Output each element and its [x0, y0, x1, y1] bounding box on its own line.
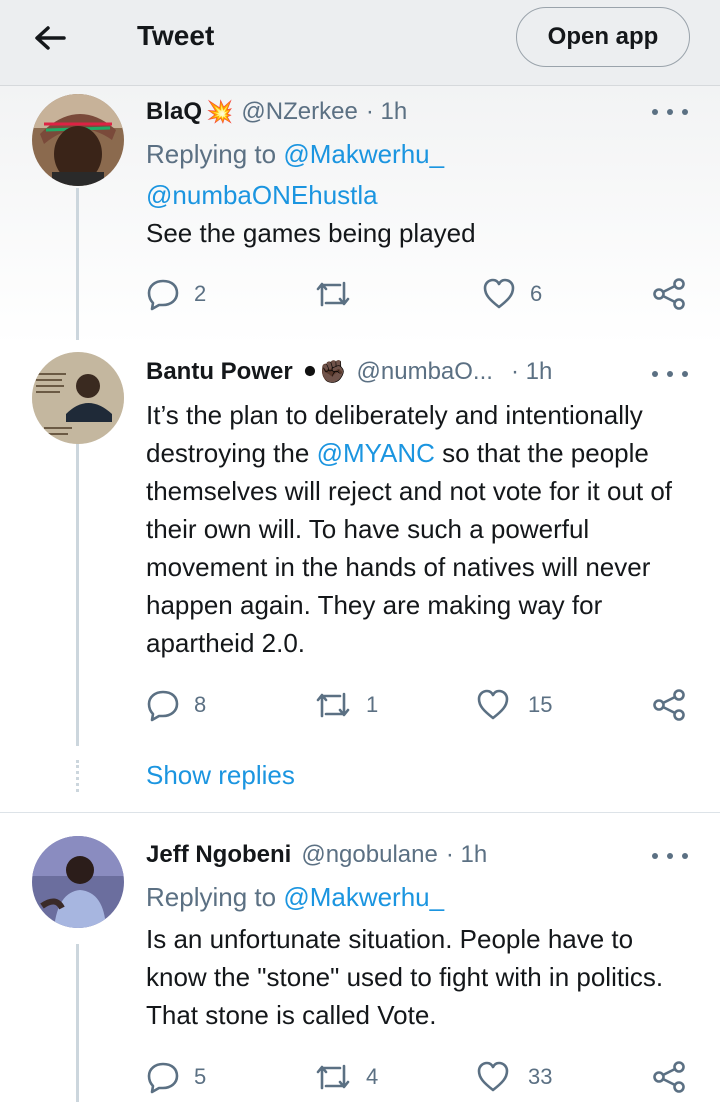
share-button[interactable]	[652, 1057, 686, 1097]
tweet-text: See the games being played	[146, 218, 476, 248]
avatar[interactable]	[32, 836, 124, 928]
like-button[interactable]: 6	[482, 274, 542, 314]
heart-icon	[483, 278, 515, 309]
thread-connector	[76, 434, 79, 746]
tweet-actions: 5 4 33	[146, 1057, 696, 1097]
reply-count: 5	[194, 1064, 207, 1089]
heart-icon	[477, 1061, 509, 1092]
share-icon	[653, 1061, 685, 1093]
avatar[interactable]	[32, 94, 124, 186]
thread-dotted-connector	[76, 760, 79, 792]
share-button[interactable]	[652, 685, 686, 725]
like-count: 33	[528, 1064, 553, 1089]
divider	[0, 812, 720, 813]
retweet-button[interactable]: 4	[314, 1057, 378, 1097]
username[interactable]: @numbaO...	[357, 358, 493, 386]
like-button[interactable]: 33	[476, 1057, 552, 1097]
tweet-header: BlaQ 💥 @NZerkee · 1h	[146, 98, 407, 126]
mention-link[interactable]: @MYANC	[317, 438, 435, 468]
share-icon	[653, 278, 685, 310]
timestamp: · 1h	[510, 358, 553, 385]
mention-link[interactable]: @Makwerhu_	[283, 139, 444, 169]
more-options-icon[interactable]	[652, 846, 688, 866]
like-count: 15	[528, 692, 553, 717]
replying-to-continued: @numbaONEhustla	[146, 180, 378, 211]
retweet-button[interactable]: 1	[314, 685, 378, 725]
show-replies-link[interactable]: Show replies	[146, 760, 295, 791]
replying-to-label: Replying to	[146, 139, 277, 169]
tweet-actions: 8 1 15	[146, 685, 696, 725]
like-button[interactable]: 15	[476, 685, 552, 725]
replying-to: Replying to @Makwerhu_	[146, 139, 444, 170]
replying-to-label: Replying to	[146, 882, 277, 912]
display-name[interactable]: Jeff Ngobeni	[146, 841, 291, 869]
username[interactable]: @NZerkee	[241, 98, 357, 126]
tweet-header: Bantu Power ⚫✊🏿 @numbaO... · 1h	[146, 358, 552, 386]
reply-icon	[147, 1062, 179, 1094]
timestamp: · 1h	[445, 841, 488, 868]
tweet-text-part: so that the people themselves will rejec…	[146, 438, 673, 658]
reply-count: 2	[194, 281, 207, 306]
username[interactable]: @ngobulane	[301, 841, 437, 869]
mention-link[interactable]: @Makwerhu_	[283, 882, 444, 912]
reply-button[interactable]: 8	[146, 685, 206, 725]
retweet-icon	[316, 281, 350, 307]
open-app-button[interactable]: Open app	[516, 7, 690, 67]
retweet-icon	[316, 692, 350, 718]
share-icon	[653, 689, 685, 721]
like-count: 6	[530, 281, 543, 306]
tweet-header: Jeff Ngobeni @ngobulane · 1h	[146, 841, 487, 869]
retweet-button[interactable]	[314, 274, 366, 314]
retweet-count: 1	[366, 692, 379, 717]
retweet-icon	[316, 1064, 350, 1090]
heart-icon	[477, 689, 509, 720]
replying-to: Replying to @Makwerhu_	[146, 882, 444, 913]
reply-icon	[147, 279, 179, 311]
display-name[interactable]: Bantu Power	[146, 358, 293, 386]
tweet-text: It’s the plan to deliberately and intent…	[146, 396, 696, 662]
reply-count: 8	[194, 692, 207, 717]
back-arrow-icon[interactable]	[30, 20, 70, 56]
timestamp: · 1h	[365, 98, 408, 125]
name-emoji: 💥	[206, 99, 234, 124]
top-bar: Tweet Open app	[0, 0, 720, 86]
mention-link[interactable]: @numbaONEhustla	[146, 180, 378, 210]
avatar[interactable]	[32, 352, 124, 444]
display-name[interactable]: BlaQ	[146, 98, 202, 126]
name-emoji: ⚫✊🏿	[300, 359, 347, 384]
share-button[interactable]	[652, 274, 686, 314]
tweet-text: Is an unfortunate situation. People have…	[146, 924, 664, 1030]
retweet-count: 4	[366, 1064, 379, 1089]
tweet-actions: 2 6	[146, 274, 696, 314]
thread-connector	[76, 188, 79, 340]
reply-button[interactable]: 5	[146, 1057, 206, 1097]
more-options-icon[interactable]	[652, 102, 688, 122]
page-title: Tweet	[137, 20, 215, 51]
more-options-icon[interactable]	[652, 364, 688, 384]
reply-icon	[147, 690, 179, 722]
thread-connector	[76, 944, 79, 1102]
reply-button[interactable]: 2	[146, 274, 206, 314]
